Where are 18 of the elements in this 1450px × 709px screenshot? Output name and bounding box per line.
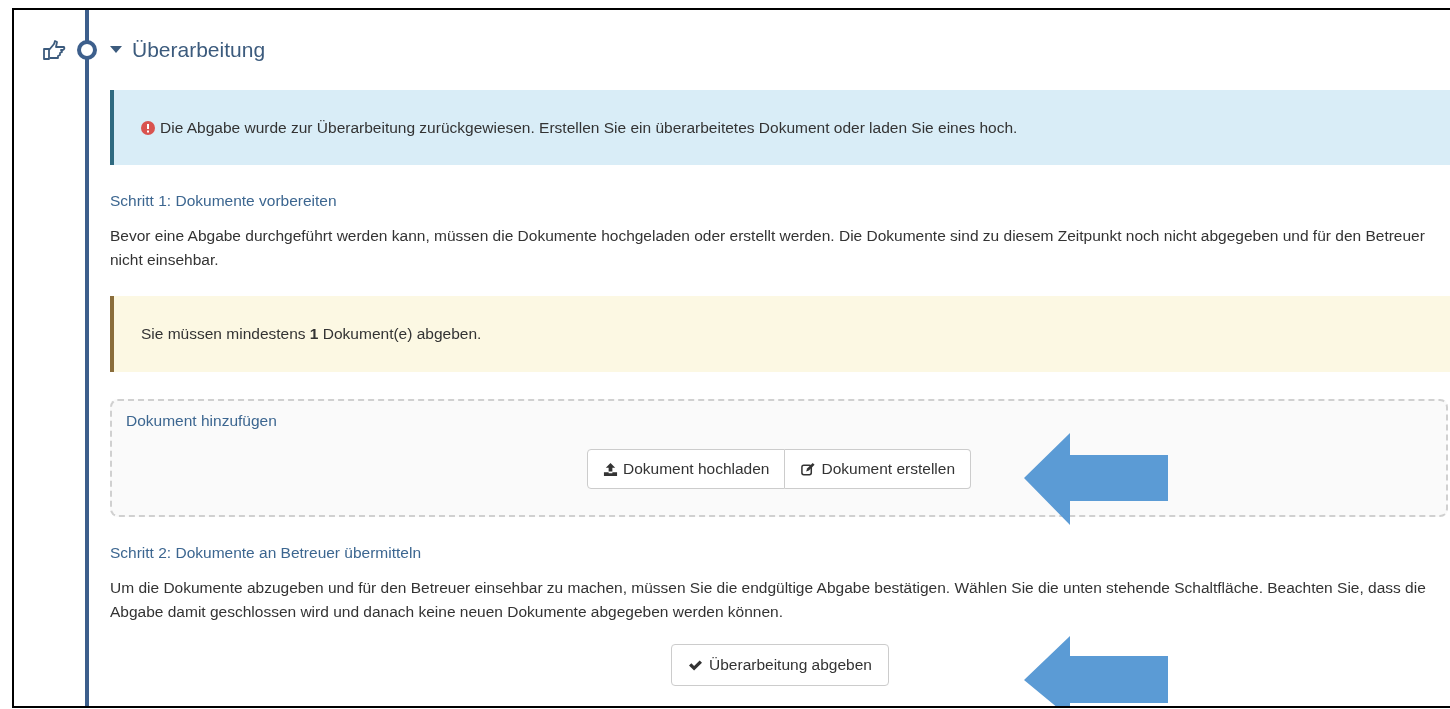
upload-icon <box>602 461 618 477</box>
thumbs-up-icon <box>42 40 66 60</box>
section-text: Bevor eine Abgabe durchgeführt werden kann, müssen die Dokumente hochgeladen oder erstellt werden. Die Dokumente sind zu diesem Zeitpunkt noch nicht abgegeben und für den Betreuer nicht einsehbar. <box>110 226 1426 270</box>
edit-icon <box>800 461 817 477</box>
create-button[interactable]: Dokument erstellen <box>785 449 971 489</box>
step-title[interactable]: Überarbeitung <box>132 38 266 62</box>
section-heading: Schritt 1: Dokumente vorbereiten <box>110 191 338 211</box>
submit-button[interactable]: Überarbeitung abgeben <box>671 644 889 686</box>
check-icon <box>688 658 704 672</box>
exclamation-icon <box>141 120 155 135</box>
timeline-node <box>77 40 97 60</box>
upload-button[interactable]: Dokument hochladen <box>586 449 786 489</box>
caret-icon[interactable] <box>110 46 122 54</box>
section-text: Um die Dokumente abzugeben und für den Betreuer einsehbar zu machen, müssen Sie die endgültige Abgabe bestätigen. Wählen Sie die unten stehende Schaltfläche. Beachten Sie, dass die Abgabe damit geschlossen wird und danach keine neuen Dokumente abgegeben werden können. <box>110 578 1427 622</box>
section-heading: Schritt 2: Dokumente an Betreuer übermitteln <box>110 543 422 563</box>
alert-text: Die Abgabe wurde zur Überarbeitung zurückgewiesen. Erstellen Sie ein überarbeitetes Dokument oder laden Sie eines hoch. <box>160 118 1018 137</box>
dropzone-heading: Dokument hinzufügen <box>126 411 278 431</box>
notice-text: Sie müssen mindestens 1 Dokument(e) abgeben. <box>141 325 482 343</box>
